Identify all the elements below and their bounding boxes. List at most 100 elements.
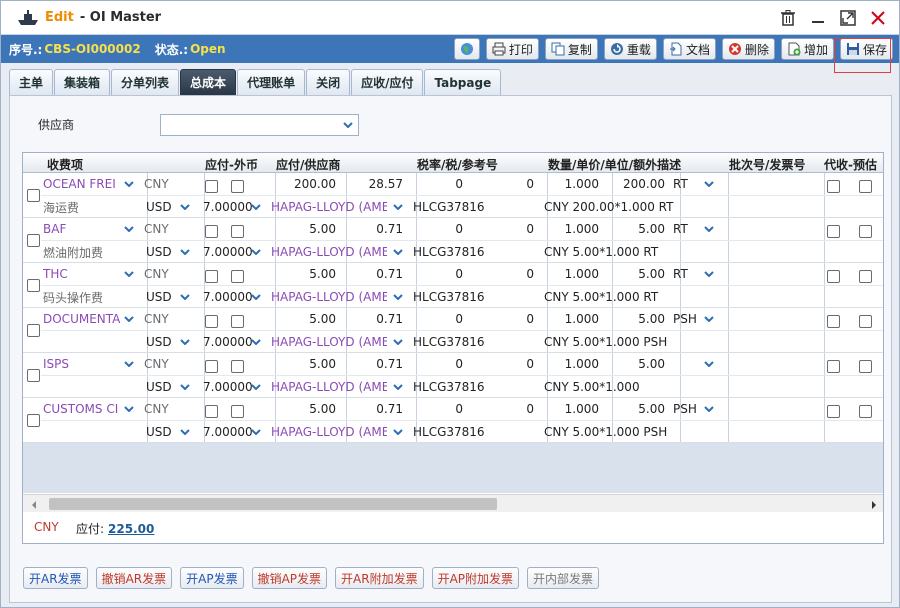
tax-rate: 0 (455, 177, 463, 191)
row-select-checkbox[interactable] (27, 414, 40, 427)
print-button[interactable]: 打印 (485, 38, 539, 60)
payable-flag-checkbox[interactable] (231, 270, 244, 283)
chevron-down-icon[interactable] (247, 288, 265, 306)
collect-checkbox[interactable] (827, 270, 840, 283)
add-button[interactable]: 增加 (780, 38, 834, 60)
chevron-down-icon[interactable] (120, 310, 138, 328)
scrollbar-thumb[interactable] (49, 498, 497, 510)
estimate-checkbox[interactable] (859, 270, 872, 283)
chevron-down-icon[interactable] (700, 175, 718, 193)
chevron-down-icon[interactable] (176, 288, 194, 306)
invoice-button-6[interactable]: 开内部发票 (527, 567, 600, 589)
chevron-down-icon[interactable] (247, 243, 265, 261)
payable-flag-checkbox[interactable] (231, 315, 244, 328)
tab-5[interactable]: 关闭 (306, 69, 351, 95)
invoice-button-4[interactable]: 开AR附加发票 (335, 567, 424, 589)
tab-6[interactable]: 应收/应付 (351, 69, 424, 95)
invoice-button-2[interactable]: 开AP发票 (180, 567, 244, 589)
chevron-down-icon[interactable] (247, 423, 265, 441)
chevron-down-icon[interactable] (389, 198, 407, 216)
payable-fx-checkbox[interactable] (205, 270, 218, 283)
collect-checkbox[interactable] (827, 360, 840, 373)
row-select-checkbox[interactable] (27, 189, 40, 202)
tab-3[interactable]: 总成本 (180, 69, 237, 95)
chevron-down-icon[interactable] (389, 378, 407, 396)
chevron-down-icon[interactable] (700, 220, 718, 238)
chevron-down-icon[interactable] (120, 355, 138, 373)
collect-checkbox[interactable] (827, 180, 840, 193)
charges-grid: 收费项 应付-外币 应付/供应商 税率/税/参考号 数量/单价/单位/额外描述 批次号/发… (22, 152, 884, 544)
chevron-down-icon[interactable] (120, 220, 138, 238)
chevron-down-icon[interactable] (338, 115, 358, 135)
copy-button[interactable]: 复制 (544, 38, 598, 60)
horizontal-scrollbar[interactable] (23, 494, 883, 513)
payable-fx-checkbox[interactable] (205, 180, 218, 193)
scroll-right-icon[interactable] (871, 499, 877, 513)
estimate-checkbox[interactable] (859, 225, 872, 238)
payable-fx-checkbox[interactable] (205, 405, 218, 418)
collect-checkbox[interactable] (827, 405, 840, 418)
scroll-left-icon[interactable] (31, 499, 37, 513)
chevron-down-icon[interactable] (176, 423, 194, 441)
chevron-down-icon[interactable] (247, 198, 265, 216)
estimate-checkbox[interactable] (859, 405, 872, 418)
chevron-down-icon[interactable] (176, 243, 194, 261)
estimate-checkbox[interactable] (859, 315, 872, 328)
maximize-icon[interactable] (837, 7, 859, 29)
chevron-down-icon[interactable] (389, 243, 407, 261)
collect-checkbox[interactable] (827, 315, 840, 328)
chevron-down-icon[interactable] (700, 400, 718, 418)
charge-code: OCEAN FREI (43, 177, 116, 191)
tab-1[interactable]: 集装箱 (54, 69, 111, 95)
estimate-checkbox[interactable] (859, 360, 872, 373)
trash-icon[interactable] (777, 7, 799, 29)
chevron-down-icon[interactable] (120, 175, 138, 193)
payable-flag-checkbox[interactable] (231, 360, 244, 373)
close-icon[interactable] (867, 7, 889, 29)
payable-fx-checkbox[interactable] (205, 225, 218, 238)
row-select-checkbox[interactable] (27, 324, 40, 337)
chevron-down-icon[interactable] (120, 400, 138, 418)
row-select-checkbox[interactable] (27, 279, 40, 292)
supplier-select[interactable] (160, 114, 359, 136)
chevron-down-icon[interactable] (247, 378, 265, 396)
ap-total-link[interactable]: 225.00 (108, 522, 154, 536)
row-select-checkbox[interactable] (27, 234, 40, 247)
row-select-checkbox[interactable] (27, 369, 40, 382)
chevron-down-icon[interactable] (176, 378, 194, 396)
payable-fx-checkbox[interactable] (205, 315, 218, 328)
tab-0[interactable]: 主单 (9, 69, 54, 95)
save-button[interactable]: 保存 (839, 38, 893, 60)
chevron-down-icon[interactable] (700, 265, 718, 283)
tab-2[interactable]: 分单列表 (111, 69, 180, 95)
tab-7[interactable]: Tabpage (424, 69, 502, 95)
minimize-icon[interactable] (807, 7, 829, 29)
delete-button[interactable]: 删除 (721, 38, 775, 60)
payable-fx-checkbox[interactable] (205, 360, 218, 373)
chevron-down-icon[interactable] (176, 333, 194, 351)
collect-checkbox[interactable] (827, 225, 840, 238)
chevron-down-icon[interactable] (120, 265, 138, 283)
save-label: 保存 (862, 42, 887, 57)
payable-flag-checkbox[interactable] (231, 180, 244, 193)
invoice-button-5[interactable]: 开AP附加发票 (431, 567, 520, 589)
docs-button[interactable]: 文档 (662, 38, 716, 60)
reload-button[interactable]: 重载 (603, 38, 657, 60)
chevron-down-icon[interactable] (247, 333, 265, 351)
invoice-button-0[interactable]: 开AR发票 (23, 567, 88, 589)
chevron-down-icon[interactable] (389, 423, 407, 441)
globe-button[interactable] (453, 38, 480, 60)
payable-flag-checkbox[interactable] (231, 225, 244, 238)
grid-header-4: 数量/单价/单位/额外描述 (548, 158, 682, 172)
tab-4[interactable]: 代理账单 (237, 69, 306, 95)
invoice-button-3[interactable]: 撤销AP发票 (251, 567, 328, 589)
payable-flag-checkbox[interactable] (231, 405, 244, 418)
chevron-down-icon[interactable] (389, 288, 407, 306)
chevron-down-icon[interactable] (700, 355, 718, 373)
chevron-down-icon[interactable] (389, 333, 407, 351)
extra-description: CNY 5.00*1.000 PSH (544, 335, 668, 349)
invoice-button-1[interactable]: 撤销AR发票 (95, 567, 173, 589)
chevron-down-icon[interactable] (176, 198, 194, 216)
chevron-down-icon[interactable] (700, 310, 718, 328)
estimate-checkbox[interactable] (859, 180, 872, 193)
